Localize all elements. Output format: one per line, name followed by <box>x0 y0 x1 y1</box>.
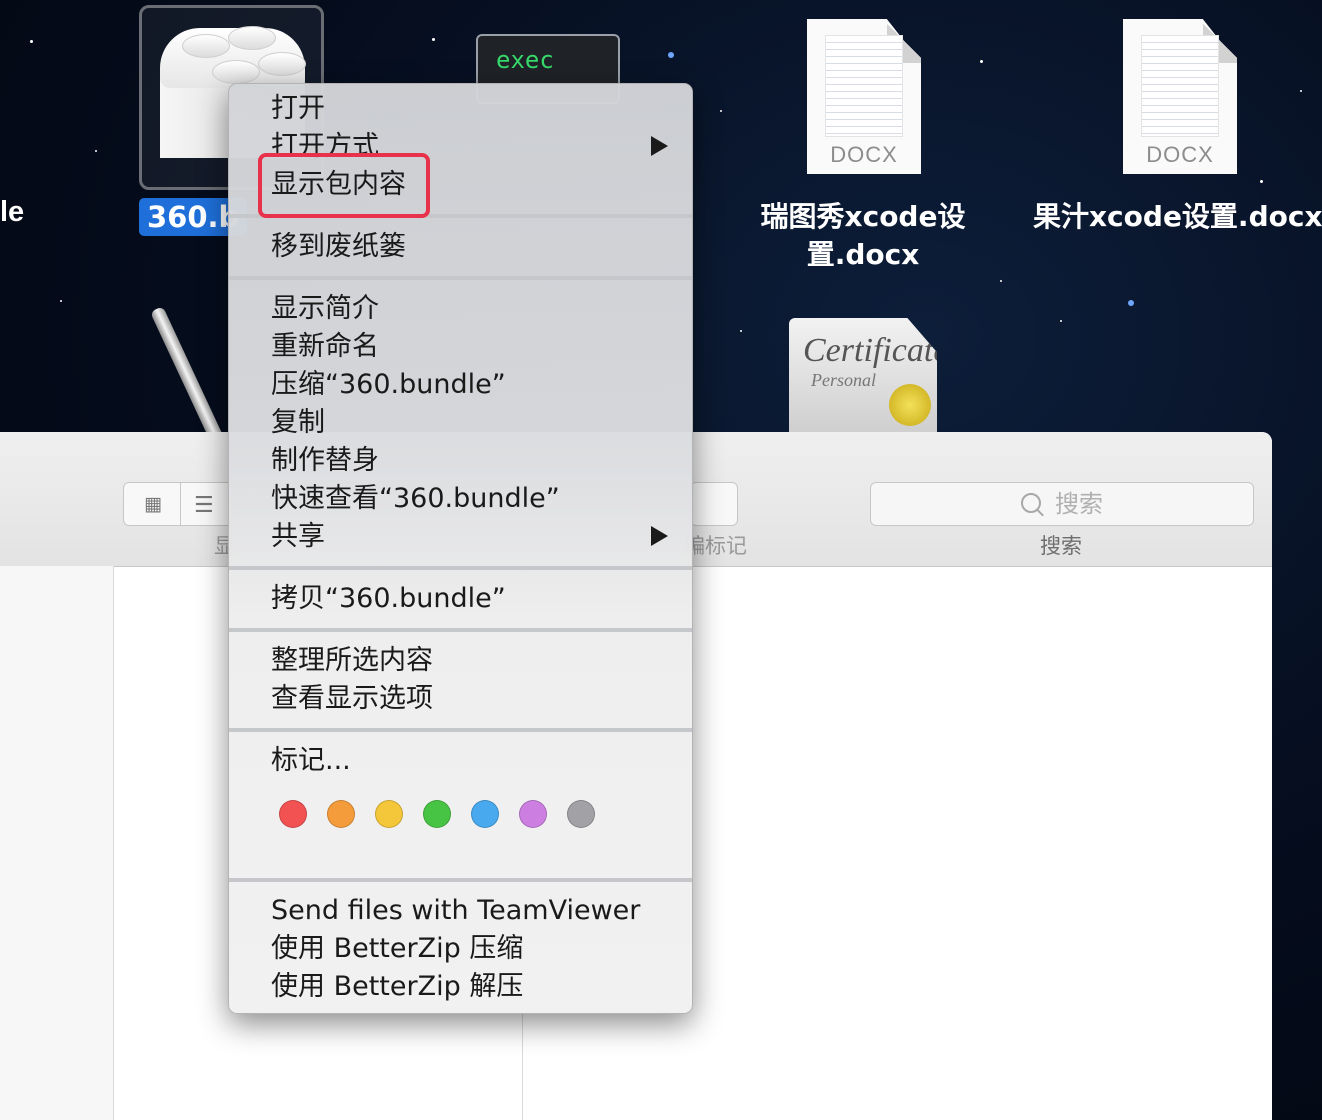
column-divider[interactable] <box>113 566 114 1120</box>
search-label: 搜索 <box>1040 534 1082 558</box>
tag-orange-dot[interactable] <box>327 800 355 828</box>
star <box>30 40 33 43</box>
docx-file-icon[interactable]: DOCX <box>1123 19 1237 174</box>
docx-file-icon[interactable]: DOCX <box>807 19 921 174</box>
desktop: le 360.b exec DOCX 瑞图秀xcode设 置.docx DOCX… <box>0 0 1322 1120</box>
edit-tags-button[interactable] <box>690 482 738 526</box>
search-input[interactable]: 搜索 <box>870 482 1254 526</box>
menu-separator <box>229 566 692 570</box>
menu-item-rename[interactable]: 重新命名 <box>271 328 379 366</box>
star <box>720 110 722 112</box>
tag-blue-dot[interactable] <box>471 800 499 828</box>
menu-item-betterzip-compress[interactable]: 使用 BetterZip 压缩 <box>271 930 523 968</box>
docx-file-label-line2: 置.docx <box>806 238 920 271</box>
menu-item-move-to-trash[interactable]: 移到废纸篓 <box>271 228 406 266</box>
certificate-icon[interactable]: Certificate Personal <box>789 318 937 432</box>
certificate-title: Certificate <box>803 332 949 369</box>
star <box>432 38 435 41</box>
menu-item-betterzip-extract[interactable]: 使用 BetterZip 解压 <box>271 968 523 1006</box>
docx-extension-label: DOCX <box>830 142 898 167</box>
search-icon <box>1021 493 1041 513</box>
star <box>95 150 97 152</box>
star <box>1000 280 1002 282</box>
tag-red-dot[interactable] <box>279 800 307 828</box>
tag-green-dot[interactable] <box>423 800 451 828</box>
menu-item-share[interactable]: 共享 <box>271 518 325 556</box>
tag-yellow-dot[interactable] <box>375 800 403 828</box>
menu-item-show-view-options[interactable]: 查看显示选项 <box>271 680 433 718</box>
docx-file-label-line1: 果汁xcode设置.docx <box>1033 200 1322 233</box>
lego-stud <box>228 26 276 50</box>
menu-item-open[interactable]: 打开 <box>271 90 325 128</box>
seal-key-icon <box>889 384 931 426</box>
docx-file-label-line1: 瑞图秀xcode设 <box>760 200 966 233</box>
lego-stud <box>212 60 260 84</box>
menu-item-duplicate[interactable]: 复制 <box>271 404 325 442</box>
menu-item-quick-look[interactable]: 快速查看“360.bundle” <box>271 480 560 518</box>
menu-item-copy[interactable]: 拷贝“360.bundle” <box>271 580 506 618</box>
menu-item-clean-up-selection[interactable]: 整理所选内容 <box>271 642 433 680</box>
desktop-icon-label-partial[interactable]: le <box>0 196 24 229</box>
star <box>1300 90 1302 92</box>
star <box>740 330 742 332</box>
menu-item-make-alias[interactable]: 制作替身 <box>271 442 379 480</box>
star <box>980 60 983 63</box>
submenu-arrow-icon <box>651 526 668 546</box>
menu-item-get-info[interactable]: 显示简介 <box>271 290 379 328</box>
context-menu: 打开 打开方式 显示包内容 移到废纸篓 显示简介 重新命名 压缩“360.bun… <box>228 83 693 1014</box>
menu-item-tags[interactable]: 标记... <box>271 742 351 780</box>
finder-sidebar <box>0 566 113 1120</box>
document-thumbnail <box>825 35 903 137</box>
menu-item-compress[interactable]: 压缩“360.bundle” <box>271 366 506 404</box>
lego-stud <box>258 52 306 76</box>
star <box>1128 300 1134 306</box>
view-mode-control[interactable]: ▦ ☰ <box>123 482 233 526</box>
menu-separator <box>229 878 692 882</box>
menu-separator <box>229 276 692 280</box>
edit-tags-label: 编标记 <box>684 534 747 558</box>
divider <box>180 483 181 525</box>
submenu-arrow-icon <box>651 136 668 156</box>
certificate-subtitle: Personal <box>811 370 876 390</box>
docx-file-label[interactable]: 果汁xcode设置.docx <box>1033 198 1322 236</box>
icon-view-icon[interactable]: ▦ <box>144 494 164 514</box>
menu-separator <box>229 728 692 732</box>
pen-app-icon[interactable] <box>150 306 227 448</box>
tag-gray-dot[interactable] <box>567 800 595 828</box>
highlight-annotation-box <box>258 153 430 218</box>
docx-extension-label: DOCX <box>1146 142 1214 167</box>
exec-label: exec <box>496 46 554 74</box>
docx-file-label[interactable]: 瑞图秀xcode设 置.docx <box>758 198 968 274</box>
search-placeholder: 搜索 <box>1055 490 1103 518</box>
star <box>1260 180 1263 183</box>
tag-purple-dot[interactable] <box>519 800 547 828</box>
list-view-icon[interactable]: ☰ <box>194 493 214 518</box>
star <box>1060 320 1062 322</box>
star <box>668 52 674 58</box>
document-thumbnail <box>1141 35 1219 137</box>
lego-stud <box>182 34 230 58</box>
star <box>60 300 62 302</box>
menu-item-teamviewer[interactable]: Send files with TeamViewer <box>271 892 640 930</box>
menu-separator <box>229 628 692 632</box>
